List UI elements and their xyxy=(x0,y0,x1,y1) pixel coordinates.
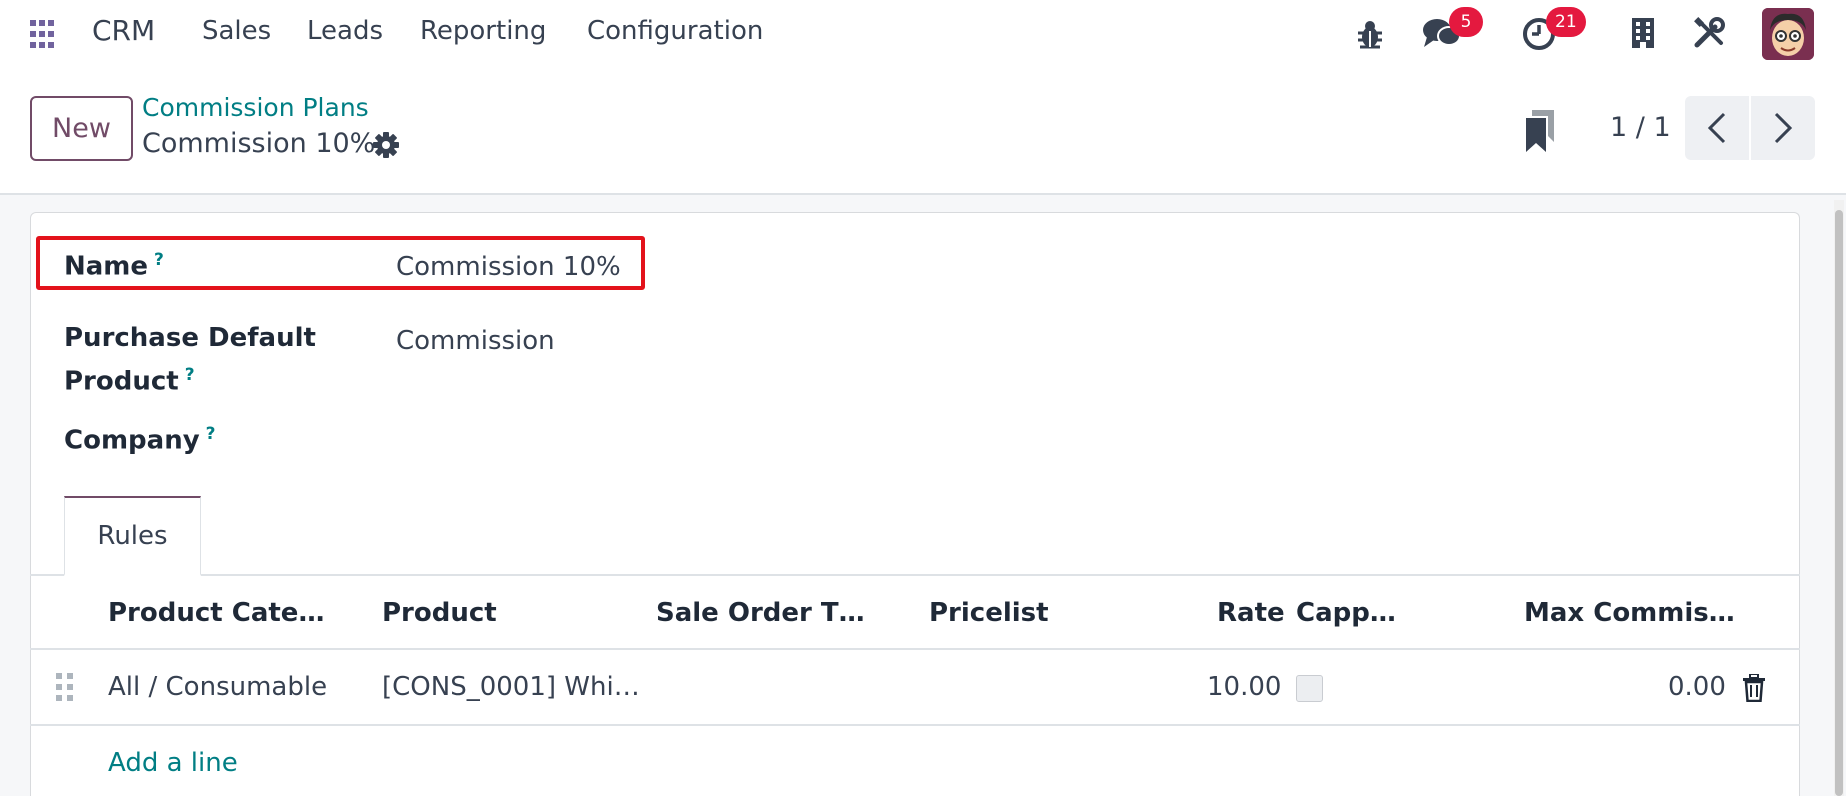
menu-reporting[interactable]: Reporting xyxy=(420,16,546,46)
menu-leads[interactable]: Leads xyxy=(307,16,383,46)
tab-rules[interactable]: Rules xyxy=(64,496,201,576)
purchase-default-product-label: Product? xyxy=(64,365,195,397)
pager-value[interactable]: 1 / 1 xyxy=(1610,112,1671,143)
column-rate[interactable]: Rate xyxy=(1217,598,1285,628)
app-brand[interactable]: CRM xyxy=(92,14,155,47)
tabs-underline xyxy=(30,574,1800,576)
chevron-left-icon xyxy=(1707,112,1726,144)
row-drag-handle-icon[interactable] xyxy=(56,673,74,703)
column-product-category[interactable]: Product Cate… xyxy=(108,598,324,628)
user-avatar[interactable] xyxy=(1762,8,1814,60)
cell-max-commission[interactable]: 0.00 xyxy=(1668,672,1726,702)
row-divider xyxy=(30,724,1800,726)
column-sale-order-type[interactable]: Sale Order T… xyxy=(656,598,865,628)
settings-tools-icon[interactable] xyxy=(1693,17,1725,49)
purchase-default-product-label-line1: Purchase Default xyxy=(64,323,316,353)
activities-badge: 21 xyxy=(1546,7,1586,37)
purchase-default-product-input[interactable]: Commission xyxy=(396,326,555,356)
company-field-label: Company? xyxy=(64,424,216,456)
company-help-icon[interactable]: ? xyxy=(206,424,216,444)
chevron-right-icon xyxy=(1774,112,1793,144)
name-field-highlight xyxy=(36,236,645,290)
cell-product[interactable]: [CONS_0001] Whi… xyxy=(382,672,640,702)
delete-row-trash-icon[interactable] xyxy=(1742,674,1766,702)
column-pricelist[interactable]: Pricelist xyxy=(929,598,1049,628)
debug-bug-icon[interactable] xyxy=(1356,19,1384,49)
header-divider xyxy=(30,648,1800,650)
record-title: Commission 10% xyxy=(142,128,376,159)
column-max-commission[interactable]: Max Commis… xyxy=(1524,598,1735,628)
purchase-product-help-icon[interactable]: ? xyxy=(185,365,195,385)
pager-next-button[interactable] xyxy=(1751,96,1815,160)
bookmarks-icon[interactable] xyxy=(1524,110,1556,152)
messages-badge: 5 xyxy=(1449,7,1483,37)
menu-configuration[interactable]: Configuration xyxy=(587,16,763,46)
cell-capped-checkbox[interactable] xyxy=(1296,675,1323,702)
company-building-icon[interactable] xyxy=(1631,17,1655,49)
cell-product-category[interactable]: All / Consumable xyxy=(108,672,327,702)
column-product[interactable]: Product xyxy=(382,598,497,628)
top-navbar: CRM Sales Leads Reporting Configuration … xyxy=(0,0,1846,66)
new-record-button[interactable]: New xyxy=(30,96,133,161)
column-capped[interactable]: Capp… xyxy=(1296,598,1396,628)
form-sheet xyxy=(30,212,1800,796)
scrollbar-thumb[interactable] xyxy=(1835,210,1843,796)
app-grid-icon[interactable] xyxy=(30,20,60,50)
breadcrumb-commission-plans[interactable]: Commission Plans xyxy=(142,93,369,122)
menu-sales[interactable]: Sales xyxy=(202,16,271,46)
add-a-line-link[interactable]: Add a line xyxy=(108,748,238,778)
record-actions-gear-icon[interactable] xyxy=(372,131,400,159)
pager-previous-button[interactable] xyxy=(1685,96,1749,160)
cell-rate[interactable]: 10.00 xyxy=(1207,672,1281,702)
